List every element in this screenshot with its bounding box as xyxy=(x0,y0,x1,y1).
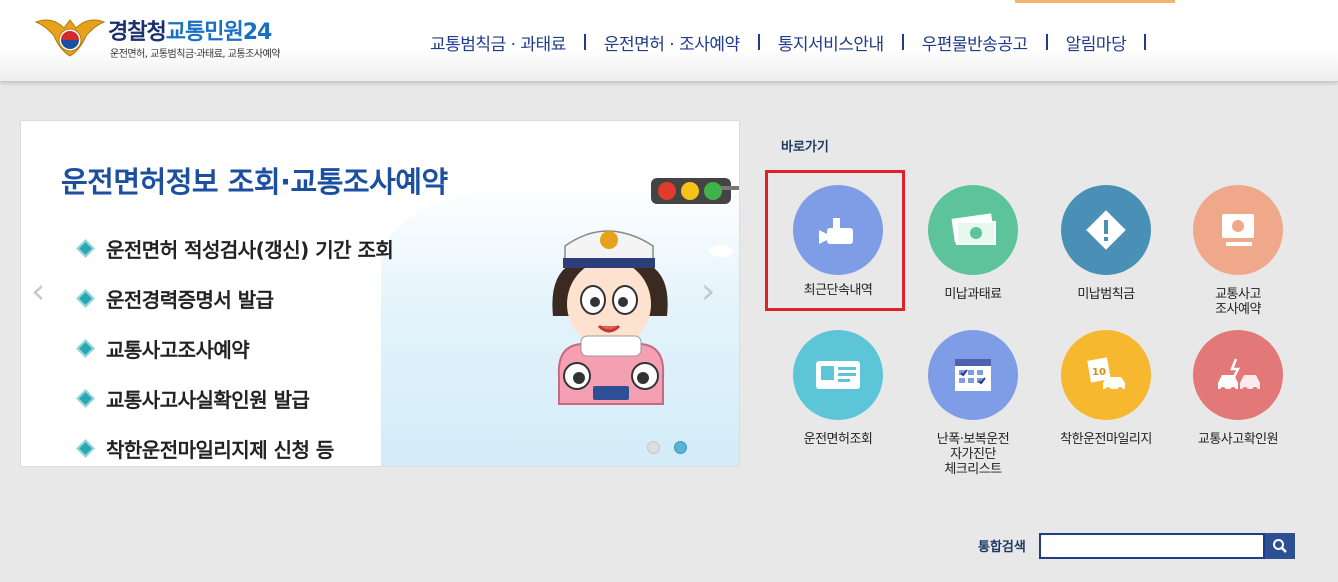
banner-dot-2[interactable] xyxy=(674,441,687,454)
diamond-bullet-icon xyxy=(76,238,95,258)
banner-feature-list: 운전면허 적성검사(갱신) 기간 조회 운전경력증명서 발급 교통사고조사예약 … xyxy=(76,223,394,466)
diamond-bullet-icon xyxy=(76,338,95,358)
banner-dot-1[interactable] xyxy=(647,441,660,454)
logo-title-agency: 경찰청 xyxy=(108,20,167,45)
quick-link-label: 미납과태료 xyxy=(944,287,1002,302)
diamond-bullet-icon xyxy=(76,288,95,308)
banner-next-arrow-icon[interactable]: › xyxy=(701,271,715,312)
police-emblem-icon xyxy=(34,19,106,57)
quick-link-license-inquiry[interactable]: 운전면허조회 xyxy=(778,330,898,447)
logo-subtitle: 운전면허, 교통범칙금·과태료, 교통조사예약 xyxy=(110,49,281,60)
diamond-bullet-icon xyxy=(76,388,95,408)
highlight-box xyxy=(765,170,905,311)
main-banner[interactable]: 운전면허정보 조회·교통조사예약 운전면허 적성검사(갱신) 기간 조회 운전경… xyxy=(20,120,740,467)
nav-notice-board[interactable]: 알림마당 xyxy=(1048,30,1145,55)
quick-link-unpaid-penalty[interactable]: 미납범칙금 xyxy=(1046,185,1166,302)
mileage-car-icon: 10 xyxy=(1061,330,1151,420)
quick-link-label: 착한운전마일리지 xyxy=(1060,432,1152,447)
banner-list-item: 교통사고조사예약 xyxy=(76,323,393,373)
nav-license-reservation[interactable]: 운전면허 · 조사예약 xyxy=(586,30,758,55)
quick-link-accident-certificate[interactable]: 교통사고확인원 xyxy=(1178,330,1298,447)
logo-title: 경찰청교통민원24 xyxy=(108,14,273,46)
banner-prev-arrow-icon[interactable]: ‹ xyxy=(31,271,45,312)
banner-list-item: 착한운전마일리지제 신청 등 xyxy=(76,423,393,466)
nav-mail-return[interactable]: 우편물반송공고 xyxy=(904,30,1046,55)
integrated-search-input[interactable] xyxy=(1039,533,1265,559)
quick-links-heading: 바로가기 xyxy=(781,140,829,155)
banner-list-item: 운전경력증명서 발급 xyxy=(76,273,393,323)
banknote-icon xyxy=(928,185,1018,275)
main-nav: 교통범칙금 · 과태료 운전면허 · 조사예약 통지서비스안내 우편물반송공고 … xyxy=(412,30,1147,55)
quick-link-unpaid-fines[interactable]: 미납과태료 xyxy=(913,185,1033,302)
search-button[interactable] xyxy=(1265,533,1295,559)
warning-diamond-icon xyxy=(1061,185,1151,275)
diamond-bullet-icon xyxy=(76,438,95,458)
banner-pagination xyxy=(647,441,687,454)
site-header: 경찰청교통민원24 운전면허, 교통범칙금·과태료, 교통조사예약 교통범칙금 … xyxy=(0,0,1338,82)
nav-divider xyxy=(1144,34,1147,50)
quick-link-accident-reservation[interactable]: 교통사고 조사예약 xyxy=(1178,185,1298,317)
calendar-check-icon xyxy=(928,330,1018,420)
car-crash-icon xyxy=(1193,330,1283,420)
banner-list-item: 운전면허 적성검사(갱신) 기간 조회 xyxy=(76,223,394,273)
quick-link-road-rage-checklist[interactable]: 난폭·보복운전 자가진단 체크리스트 xyxy=(913,330,1033,477)
quick-link-safe-driving-mileage[interactable]: 10 착한운전마일리지 xyxy=(1046,330,1166,447)
header-accent-line xyxy=(1015,0,1175,3)
quick-link-label: 운전면허조회 xyxy=(803,432,873,447)
svg-text:10: 10 xyxy=(1092,367,1106,378)
monitor-icon xyxy=(1193,185,1283,275)
quick-link-label: 교통사고확인원 xyxy=(1197,432,1279,447)
nav-fines[interactable]: 교통범칙금 · 과태료 xyxy=(412,30,584,55)
site-logo[interactable]: 경찰청교통민원24 운전면허, 교통범칙금·과태료, 교통조사예약 xyxy=(34,12,334,62)
nav-notification-service[interactable]: 통지서비스안내 xyxy=(760,30,902,55)
quick-link-label: 미납범칙금 xyxy=(1077,287,1135,302)
quick-link-label: 난폭·보복운전 자가진단 체크리스트 xyxy=(936,432,1010,477)
banner-title: 운전면허정보 조회·교통조사예약 xyxy=(61,165,448,199)
banner-list-item: 교통사고사실확인원 발급 xyxy=(76,373,393,423)
search-label: 통합검색 xyxy=(978,540,1026,555)
id-card-icon xyxy=(793,330,883,420)
logo-title-service: 교통민원24 xyxy=(165,20,273,45)
quick-link-label: 교통사고 조사예약 xyxy=(1215,287,1261,317)
search-icon xyxy=(1273,539,1287,553)
